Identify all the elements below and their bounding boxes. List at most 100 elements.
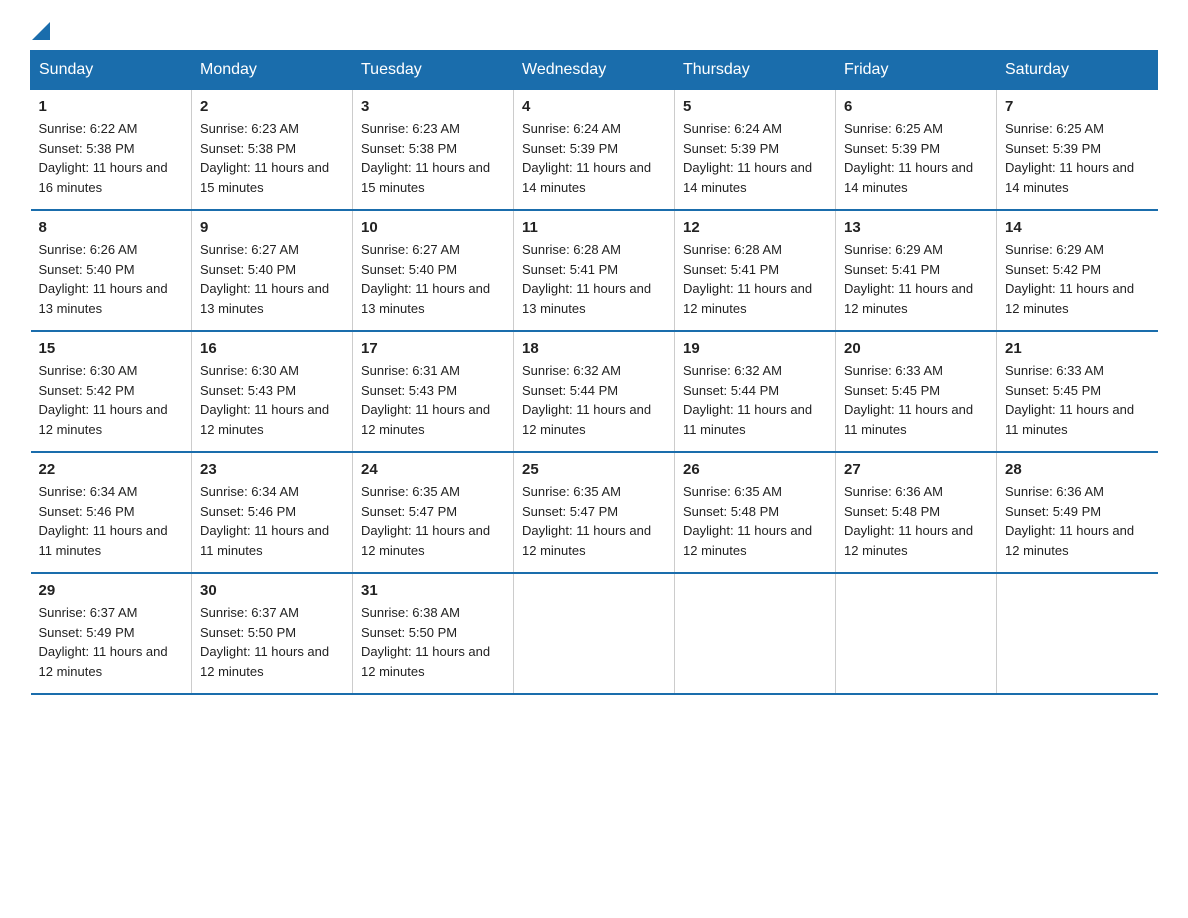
day-info: Sunrise: 6:34 AMSunset: 5:46 PMDaylight:… [39, 482, 184, 560]
day-number: 29 [39, 582, 184, 599]
day-info: Sunrise: 6:35 AMSunset: 5:48 PMDaylight:… [683, 482, 827, 560]
day-number: 4 [522, 98, 666, 115]
calendar-day-cell: 13 Sunrise: 6:29 AMSunset: 5:41 PMDaylig… [836, 210, 997, 331]
day-info: Sunrise: 6:24 AMSunset: 5:39 PMDaylight:… [683, 119, 827, 197]
day-info: Sunrise: 6:30 AMSunset: 5:43 PMDaylight:… [200, 361, 344, 439]
calendar-week-row: 8 Sunrise: 6:26 AMSunset: 5:40 PMDayligh… [31, 210, 1158, 331]
calendar-day-cell: 31 Sunrise: 6:38 AMSunset: 5:50 PMDaylig… [353, 573, 514, 694]
day-info: Sunrise: 6:29 AMSunset: 5:41 PMDaylight:… [844, 240, 988, 318]
day-info: Sunrise: 6:25 AMSunset: 5:39 PMDaylight:… [1005, 119, 1150, 197]
calendar-week-row: 29 Sunrise: 6:37 AMSunset: 5:49 PMDaylig… [31, 573, 1158, 694]
calendar-day-cell: 11 Sunrise: 6:28 AMSunset: 5:41 PMDaylig… [514, 210, 675, 331]
calendar-week-row: 15 Sunrise: 6:30 AMSunset: 5:42 PMDaylig… [31, 331, 1158, 452]
calendar-header-thursday: Thursday [675, 51, 836, 90]
day-number: 7 [1005, 98, 1150, 115]
calendar-day-cell: 1 Sunrise: 6:22 AMSunset: 5:38 PMDayligh… [31, 90, 192, 211]
calendar-day-cell: 29 Sunrise: 6:37 AMSunset: 5:49 PMDaylig… [31, 573, 192, 694]
day-number: 28 [1005, 461, 1150, 478]
calendar-day-cell: 19 Sunrise: 6:32 AMSunset: 5:44 PMDaylig… [675, 331, 836, 452]
day-info: Sunrise: 6:34 AMSunset: 5:46 PMDaylight:… [200, 482, 344, 560]
page-header [30, 20, 1158, 40]
day-number: 24 [361, 461, 505, 478]
day-number: 10 [361, 219, 505, 236]
day-number: 16 [200, 340, 344, 357]
day-number: 17 [361, 340, 505, 357]
day-number: 25 [522, 461, 666, 478]
day-info: Sunrise: 6:27 AMSunset: 5:40 PMDaylight:… [361, 240, 505, 318]
calendar-day-cell [836, 573, 997, 694]
calendar-day-cell: 3 Sunrise: 6:23 AMSunset: 5:38 PMDayligh… [353, 90, 514, 211]
calendar-day-cell [514, 573, 675, 694]
day-number: 31 [361, 582, 505, 599]
calendar-header-saturday: Saturday [997, 51, 1158, 90]
day-info: Sunrise: 6:22 AMSunset: 5:38 PMDaylight:… [39, 119, 184, 197]
calendar-day-cell: 8 Sunrise: 6:26 AMSunset: 5:40 PMDayligh… [31, 210, 192, 331]
day-info: Sunrise: 6:36 AMSunset: 5:48 PMDaylight:… [844, 482, 988, 560]
day-number: 22 [39, 461, 184, 478]
day-info: Sunrise: 6:23 AMSunset: 5:38 PMDaylight:… [361, 119, 505, 197]
day-info: Sunrise: 6:27 AMSunset: 5:40 PMDaylight:… [200, 240, 344, 318]
day-number: 6 [844, 98, 988, 115]
calendar-day-cell: 5 Sunrise: 6:24 AMSunset: 5:39 PMDayligh… [675, 90, 836, 211]
calendar-day-cell: 9 Sunrise: 6:27 AMSunset: 5:40 PMDayligh… [192, 210, 353, 331]
calendar-day-cell: 21 Sunrise: 6:33 AMSunset: 5:45 PMDaylig… [997, 331, 1158, 452]
calendar-day-cell: 20 Sunrise: 6:33 AMSunset: 5:45 PMDaylig… [836, 331, 997, 452]
calendar-header-wednesday: Wednesday [514, 51, 675, 90]
calendar-day-cell: 26 Sunrise: 6:35 AMSunset: 5:48 PMDaylig… [675, 452, 836, 573]
calendar-day-cell: 2 Sunrise: 6:23 AMSunset: 5:38 PMDayligh… [192, 90, 353, 211]
logo-triangle-icon [32, 22, 50, 40]
calendar-day-cell: 4 Sunrise: 6:24 AMSunset: 5:39 PMDayligh… [514, 90, 675, 211]
calendar-day-cell: 22 Sunrise: 6:34 AMSunset: 5:46 PMDaylig… [31, 452, 192, 573]
day-info: Sunrise: 6:36 AMSunset: 5:49 PMDaylight:… [1005, 482, 1150, 560]
day-number: 2 [200, 98, 344, 115]
calendar-day-cell: 23 Sunrise: 6:34 AMSunset: 5:46 PMDaylig… [192, 452, 353, 573]
calendar-day-cell: 28 Sunrise: 6:36 AMSunset: 5:49 PMDaylig… [997, 452, 1158, 573]
calendar-header-tuesday: Tuesday [353, 51, 514, 90]
day-number: 18 [522, 340, 666, 357]
day-info: Sunrise: 6:26 AMSunset: 5:40 PMDaylight:… [39, 240, 184, 318]
day-number: 11 [522, 219, 666, 236]
day-number: 12 [683, 219, 827, 236]
day-info: Sunrise: 6:32 AMSunset: 5:44 PMDaylight:… [683, 361, 827, 439]
day-info: Sunrise: 6:25 AMSunset: 5:39 PMDaylight:… [844, 119, 988, 197]
calendar-header-friday: Friday [836, 51, 997, 90]
calendar-day-cell: 7 Sunrise: 6:25 AMSunset: 5:39 PMDayligh… [997, 90, 1158, 211]
calendar-day-cell: 6 Sunrise: 6:25 AMSunset: 5:39 PMDayligh… [836, 90, 997, 211]
calendar-day-cell [675, 573, 836, 694]
calendar-day-cell: 16 Sunrise: 6:30 AMSunset: 5:43 PMDaylig… [192, 331, 353, 452]
calendar-week-row: 22 Sunrise: 6:34 AMSunset: 5:46 PMDaylig… [31, 452, 1158, 573]
day-info: Sunrise: 6:24 AMSunset: 5:39 PMDaylight:… [522, 119, 666, 197]
day-number: 13 [844, 219, 988, 236]
day-number: 14 [1005, 219, 1150, 236]
calendar-header-monday: Monday [192, 51, 353, 90]
calendar-day-cell: 24 Sunrise: 6:35 AMSunset: 5:47 PMDaylig… [353, 452, 514, 573]
day-info: Sunrise: 6:30 AMSunset: 5:42 PMDaylight:… [39, 361, 184, 439]
day-number: 30 [200, 582, 344, 599]
day-info: Sunrise: 6:32 AMSunset: 5:44 PMDaylight:… [522, 361, 666, 439]
calendar-day-cell: 15 Sunrise: 6:30 AMSunset: 5:42 PMDaylig… [31, 331, 192, 452]
logo [30, 20, 50, 40]
day-info: Sunrise: 6:28 AMSunset: 5:41 PMDaylight:… [683, 240, 827, 318]
calendar-day-cell: 12 Sunrise: 6:28 AMSunset: 5:41 PMDaylig… [675, 210, 836, 331]
calendar-day-cell: 18 Sunrise: 6:32 AMSunset: 5:44 PMDaylig… [514, 331, 675, 452]
day-number: 1 [39, 98, 184, 115]
day-number: 9 [200, 219, 344, 236]
day-info: Sunrise: 6:33 AMSunset: 5:45 PMDaylight:… [844, 361, 988, 439]
calendar-day-cell [997, 573, 1158, 694]
day-number: 26 [683, 461, 827, 478]
day-number: 21 [1005, 340, 1150, 357]
day-number: 27 [844, 461, 988, 478]
day-info: Sunrise: 6:29 AMSunset: 5:42 PMDaylight:… [1005, 240, 1150, 318]
day-info: Sunrise: 6:37 AMSunset: 5:49 PMDaylight:… [39, 603, 184, 681]
day-number: 19 [683, 340, 827, 357]
day-info: Sunrise: 6:33 AMSunset: 5:45 PMDaylight:… [1005, 361, 1150, 439]
day-info: Sunrise: 6:28 AMSunset: 5:41 PMDaylight:… [522, 240, 666, 318]
day-info: Sunrise: 6:31 AMSunset: 5:43 PMDaylight:… [361, 361, 505, 439]
day-info: Sunrise: 6:37 AMSunset: 5:50 PMDaylight:… [200, 603, 344, 681]
day-info: Sunrise: 6:23 AMSunset: 5:38 PMDaylight:… [200, 119, 344, 197]
calendar-day-cell: 27 Sunrise: 6:36 AMSunset: 5:48 PMDaylig… [836, 452, 997, 573]
day-number: 5 [683, 98, 827, 115]
day-info: Sunrise: 6:38 AMSunset: 5:50 PMDaylight:… [361, 603, 505, 681]
day-number: 3 [361, 98, 505, 115]
day-number: 23 [200, 461, 344, 478]
